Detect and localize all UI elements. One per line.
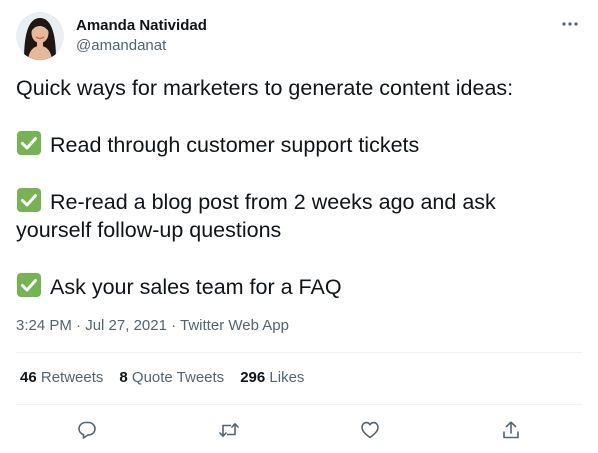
list-item: Re-read a blog post from 2 weeks ago and… bbox=[16, 187, 582, 216]
check-mark-button-icon bbox=[16, 130, 42, 156]
quote-tweets-stat[interactable]: 8 Quote Tweets bbox=[119, 368, 224, 388]
retweet-icon bbox=[219, 423, 239, 437]
list-item: Ask your sales team for a FAQ bbox=[16, 272, 582, 301]
tweet-text: Quick ways for marketers to generate con… bbox=[16, 74, 582, 301]
tweet-stats: 46 Retweets 8 Quote Tweets 296 Likes bbox=[20, 368, 320, 388]
author-handle[interactable]: @amandanat bbox=[76, 36, 207, 56]
tweet-date[interactable]: Jul 27, 2021 bbox=[85, 317, 167, 334]
tweet-header: Amanda Natividad @amandanat bbox=[16, 12, 586, 60]
divider bbox=[16, 352, 582, 353]
tweet: Amanda Natividad @amandanat Quick ways f… bbox=[0, 0, 598, 453]
more-horizontal-icon bbox=[562, 22, 578, 26]
retweet-button[interactable] bbox=[211, 412, 247, 448]
author-name[interactable]: Amanda Natividad bbox=[76, 16, 207, 36]
more-options-button[interactable] bbox=[560, 14, 580, 34]
heart-icon bbox=[361, 421, 379, 439]
likes-stat[interactable]: 296 Likes bbox=[240, 368, 304, 388]
retweets-label: Retweets bbox=[40, 369, 104, 386]
likes-count: 296 bbox=[240, 369, 266, 386]
list-item-text: Read through customer support tickets bbox=[50, 133, 420, 157]
tweet-time[interactable]: 3:24 PM bbox=[16, 317, 72, 334]
quote-tweets-label: Quote Tweets bbox=[131, 369, 225, 386]
quote-tweets-count: 8 bbox=[119, 369, 128, 386]
divider bbox=[16, 404, 582, 405]
reply-icon bbox=[78, 421, 96, 439]
share-icon bbox=[503, 421, 519, 439]
share-button[interactable] bbox=[493, 412, 529, 448]
likes-label: Likes bbox=[269, 369, 305, 386]
author-info: Amanda Natividad @amandanat bbox=[76, 16, 207, 56]
reply-button[interactable] bbox=[69, 412, 105, 448]
check-mark-button-icon bbox=[16, 272, 42, 298]
retweets-count: 46 bbox=[20, 369, 37, 386]
list-item-text: Ask your sales team for a FAQ bbox=[50, 275, 342, 299]
list-item-continuation: yourself follow-up questions bbox=[16, 218, 282, 242]
like-button[interactable] bbox=[352, 412, 388, 448]
list-item: Read through customer support tickets bbox=[16, 130, 582, 159]
tweet-metadata: 3:24 PM · Jul 27, 2021 · Twitter Web App bbox=[16, 316, 289, 336]
tweet-source[interactable]: Twitter Web App bbox=[180, 317, 289, 334]
tweet-actions bbox=[16, 412, 582, 448]
avatar[interactable] bbox=[16, 12, 64, 60]
tweet-intro: Quick ways for marketers to generate con… bbox=[16, 76, 514, 100]
retweets-stat[interactable]: 46 Retweets bbox=[20, 368, 103, 388]
separator: · bbox=[71, 317, 86, 334]
separator: · bbox=[166, 317, 181, 334]
list-item-text: Re-read a blog post from 2 weeks ago and… bbox=[50, 190, 496, 214]
check-mark-button-icon bbox=[16, 187, 42, 213]
